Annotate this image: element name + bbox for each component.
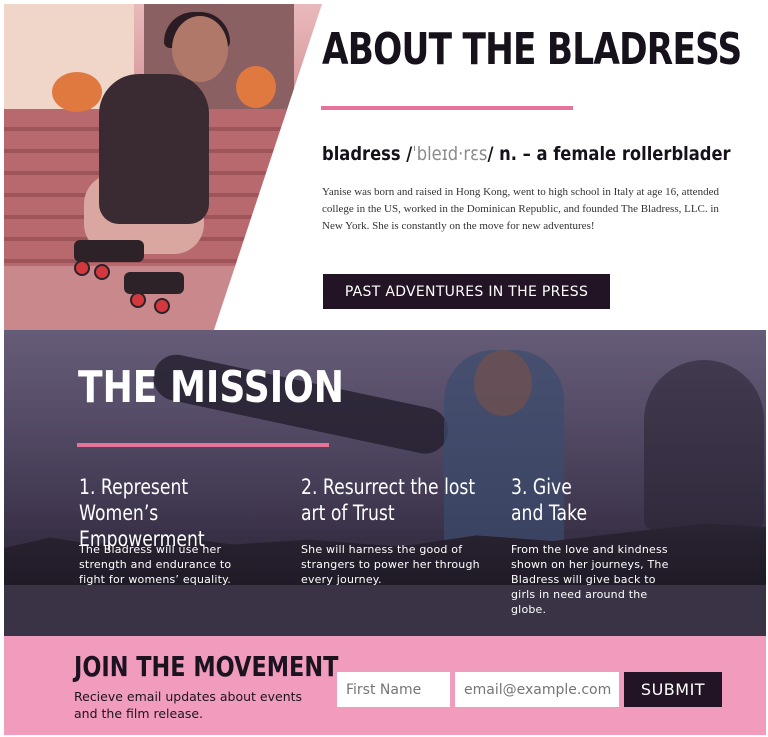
mission-section: THE MISSION 1. Represent Women’s Empower… — [4, 330, 766, 636]
join-title: JOIN THE MOVEMENT — [74, 650, 339, 683]
about-divider — [321, 106, 573, 110]
goal-title: 1. Represent Women’s Empowerment — [79, 475, 205, 551]
bladress-photo — [4, 4, 322, 330]
pumpkin-right — [236, 66, 276, 108]
definition-word: bladress / — [322, 143, 413, 165]
mission-divider — [77, 443, 329, 447]
goal-text: She will harness the good of strangers t… — [301, 543, 480, 586]
goal-title: 2. Resurrect the lost art of Trust — [301, 475, 476, 525]
about-description: Yanise was born and raised in Hong Kong,… — [322, 186, 719, 232]
mission-title: THE MISSION — [78, 362, 344, 413]
goal-text: The Bladress will use her strength and e… — [79, 543, 232, 586]
definition-phonetic: ˈbleɪd·rɛs — [412, 143, 488, 165]
rollerblade-right — [124, 272, 184, 294]
first-name-input[interactable] — [337, 672, 450, 707]
pumpkin-left — [52, 72, 102, 112]
join-section: JOIN THE MOVEMENT Recieve email updates … — [4, 636, 766, 735]
email-input[interactable] — [455, 672, 619, 707]
mission-goal-1: 1. Represent Women’s Empowerment The Bla… — [79, 474, 309, 586]
goal-text: From the love and kindness shown on her … — [511, 543, 669, 616]
join-description: Recieve email updates about events and t… — [74, 689, 303, 721]
about-title: ABOUT THE BLADRESS — [322, 24, 742, 75]
bladress-definition: bladress /ˈbleɪd·rɛs/ n. – a female roll… — [322, 143, 731, 165]
mission-goal-3: 3. Give and Take From the love and kindn… — [511, 474, 741, 616]
definition-meaning: / n. – a female rollerblader — [487, 143, 731, 165]
mission-goal-2: 2. Resurrect the lost art of Trust She w… — [301, 474, 531, 586]
page: ABOUT THE BLADRESS bladress /ˈbleɪd·rɛs/… — [4, 4, 766, 735]
about-section: ABOUT THE BLADRESS bladress /ˈbleɪd·rɛs/… — [4, 4, 766, 330]
past-adventures-button[interactable]: PAST ADVENTURES IN THE PRESS — [323, 274, 610, 309]
rollerblade-left — [74, 240, 144, 262]
goal-title: 3. Give and Take — [511, 475, 588, 525]
submit-button[interactable]: SUBMIT — [624, 672, 722, 707]
